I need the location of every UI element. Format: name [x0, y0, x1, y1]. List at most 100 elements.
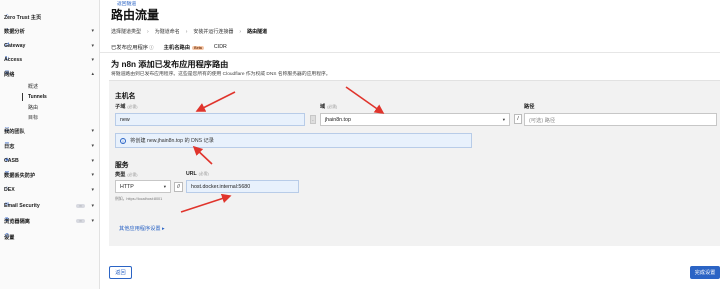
sidebar-item-settings[interactable]: ⚙ 设置 [4, 232, 96, 242]
info-icon: ⓘ [149, 45, 154, 50]
sidebar-item-label: 数据分析 [4, 28, 25, 35]
info-icon: i [120, 137, 126, 144]
sidebar-item-access[interactable]: ↻ Access ▾ [4, 55, 96, 65]
chevron-down-icon: ▾ [91, 128, 94, 134]
label-text: 类型 [115, 172, 126, 178]
status-badge: ◦◦ [76, 203, 85, 209]
tab-label: CIDR [213, 44, 227, 50]
domain-select[interactable]: jhain8n.top ▾ [320, 113, 510, 126]
sidebar-item-label: Zero Trust 主页 [4, 14, 42, 21]
tab-label: 已发布应用程序 [111, 45, 149, 51]
sidebar-item-email-security[interactable]: ✉ Email Security ◦◦ ▾ [4, 201, 96, 211]
sidebar-item-label: CASB [4, 158, 19, 164]
sidebar-item-label: 网络 [4, 71, 15, 78]
sidebar-item-dlp[interactable]: ⛨ 数据丢失防护 ▾ [4, 170, 96, 180]
chevron-down-icon: ▾ [91, 143, 94, 149]
sidebar-item-label: Gateway [4, 43, 26, 49]
step-1: 选择隧道类型 [111, 29, 142, 35]
sidebar-item-label: 日志 [4, 143, 15, 150]
chevron-up-icon: ▴ [91, 71, 94, 77]
sidebar-item-label: 设置 [4, 234, 15, 241]
sidebar-item-network[interactable]: ⊞ 网络 ▴ [4, 69, 96, 79]
subdomain-label: 子域 (必需) [115, 103, 138, 110]
chevron-right-icon: › [239, 28, 242, 35]
main-content: 返回隧道 路由流量 选择隧道类型 › 为隧道命名 › 安装并运行连接器 › 路由… [100, 0, 720, 289]
sidebar-item-gateway[interactable]: ⇄ Gateway ▾ [4, 41, 96, 51]
sidebar-item-label: 数据丢失防护 [4, 172, 36, 179]
scheme-separator: // [174, 182, 183, 192]
stepper: 选择隧道类型 › 为隧道命名 › 安装并运行连接器 › 路由隧道 [111, 28, 268, 36]
sidebar-item-team[interactable]: ☷ 我的团队 ▾ [4, 126, 96, 136]
service-group-title: 服务 [115, 162, 129, 169]
chevron-down-icon: ▾ [91, 57, 94, 63]
link-text: 其他应用程序设置 [119, 226, 161, 232]
sidebar-item-label: 浏览器隔离 [4, 218, 30, 225]
input-value: jhain8n.top [325, 116, 351, 123]
chevron-right-icon: › [185, 28, 188, 35]
chevron-down-icon: ▾ [91, 218, 94, 224]
sidebar-item-label: 我的团队 [4, 128, 25, 135]
label-hint: (必需) [127, 173, 138, 177]
sidebar: ⌂ Zero Trust 主页 ◔ 数据分析 ▾ ⇄ Gateway ▾ ↻ A… [0, 0, 100, 289]
chevron-down-icon: ▾ [91, 28, 94, 34]
input-value: new [120, 116, 130, 123]
divider [100, 52, 720, 53]
finish-setup-button[interactable]: 完成设置 [690, 266, 720, 279]
label-hint: (必需) [327, 105, 338, 109]
chevron-down-icon: ▾ [91, 43, 94, 49]
step-3: 安装并运行连接器 [193, 29, 234, 35]
step-2: 为隧道命名 [154, 29, 180, 35]
path-label: 路径 [524, 104, 535, 110]
tab-hostname-routing[interactable]: 主机名路由 Beta [163, 43, 205, 53]
domain-label: 域 (必需) [320, 103, 337, 110]
sidebar-subitem-tunnels[interactable]: Tunnels [22, 93, 47, 101]
sidebar-subitem-routes[interactable]: 路由 [28, 104, 38, 111]
hostname-group-title: 主机名 [115, 93, 136, 100]
sidebar-subitem-targets[interactable]: 目标 [28, 114, 38, 121]
back-button[interactable]: 返回 [109, 266, 132, 279]
dns-notice: i 将创建 new.jhain8n.top 的 DNS 记录 [115, 133, 472, 148]
tab-cidr[interactable]: CIDR [214, 44, 227, 50]
sidebar-item-analytics[interactable]: ◔ 数据分析 ▾ [4, 26, 96, 36]
path-input[interactable]: (可选) 路径 [524, 113, 717, 126]
url-label: URL (必需) [186, 171, 209, 177]
label-text: 域 [320, 104, 326, 110]
sidebar-item-label: Email Security [4, 203, 40, 209]
section-title: 为 n8n 添加已发布应用程序路由 [111, 60, 229, 69]
chevron-down-icon: ▾ [91, 203, 94, 209]
section-description: 将隧道路由到已发布应用程序。这些是您所有的使用 Cloudflare 作为权威 … [111, 72, 331, 77]
url-input[interactable]: host.docker.internal:5680 [186, 180, 299, 193]
tab-label: 主机名路由 [163, 45, 191, 51]
page-title: 路由流量 [111, 8, 160, 22]
label-hint: (必需) [127, 105, 138, 109]
chevron-right-icon: › [147, 28, 149, 35]
sidebar-item-home[interactable]: ⌂ Zero Trust 主页 [4, 12, 96, 22]
label-text: URL [186, 171, 197, 177]
chevron-down-icon: ▾ [91, 172, 94, 178]
step-4: 路由隧道 [247, 29, 268, 35]
url-hint: 例如，https://localhost:8001 [115, 197, 163, 201]
sidebar-item-logs[interactable]: ☰ 日志 ▾ [4, 141, 96, 151]
subdomain-input[interactable]: new [115, 113, 305, 126]
sidebar-item-dex[interactable]: ♢ DEX ▾ [4, 185, 96, 195]
notice-text: 将创建 new.jhain8n.top 的 DNS 记录 [130, 138, 214, 144]
label-text: 子域 [115, 104, 126, 110]
chevron-down-icon: ▾ [91, 158, 94, 164]
chevron-down-icon: ▾ [91, 187, 94, 193]
label-hint: (必需) [198, 172, 209, 176]
chevron-right-icon: ▸ [161, 226, 165, 232]
input-value: host.docker.internal:5680 [191, 183, 251, 190]
status-badge: ◦◦ [76, 218, 85, 224]
chevron-down-icon: ▾ [502, 116, 505, 122]
route-form-card: 主机名 子域 (必需) new . 域 (必需) jhain8n.top ▾ / 路径… [109, 80, 720, 246]
dot-separator: . [310, 115, 316, 124]
sidebar-item-browser-isolation[interactable]: ⧉ 浏览器隔离 ◦◦ ▾ [4, 216, 96, 226]
sidebar-subitem-overview[interactable]: 概述 [28, 83, 38, 90]
input-placeholder: (可选) 路径 [529, 117, 556, 124]
service-type-select[interactable]: HTTP ▾ [115, 180, 171, 193]
sidebar-item-casb[interactable]: ◈ CASB ▾ [4, 156, 96, 166]
path-separator: / [514, 114, 522, 124]
tab-bar: 已发布应用程序ⓘ 主机名路由 Beta CIDR [111, 43, 227, 53]
tab-published-apps[interactable]: 已发布应用程序ⓘ [111, 43, 154, 51]
additional-settings-link[interactable]: 其他应用程序设置 ▸ [119, 225, 165, 232]
